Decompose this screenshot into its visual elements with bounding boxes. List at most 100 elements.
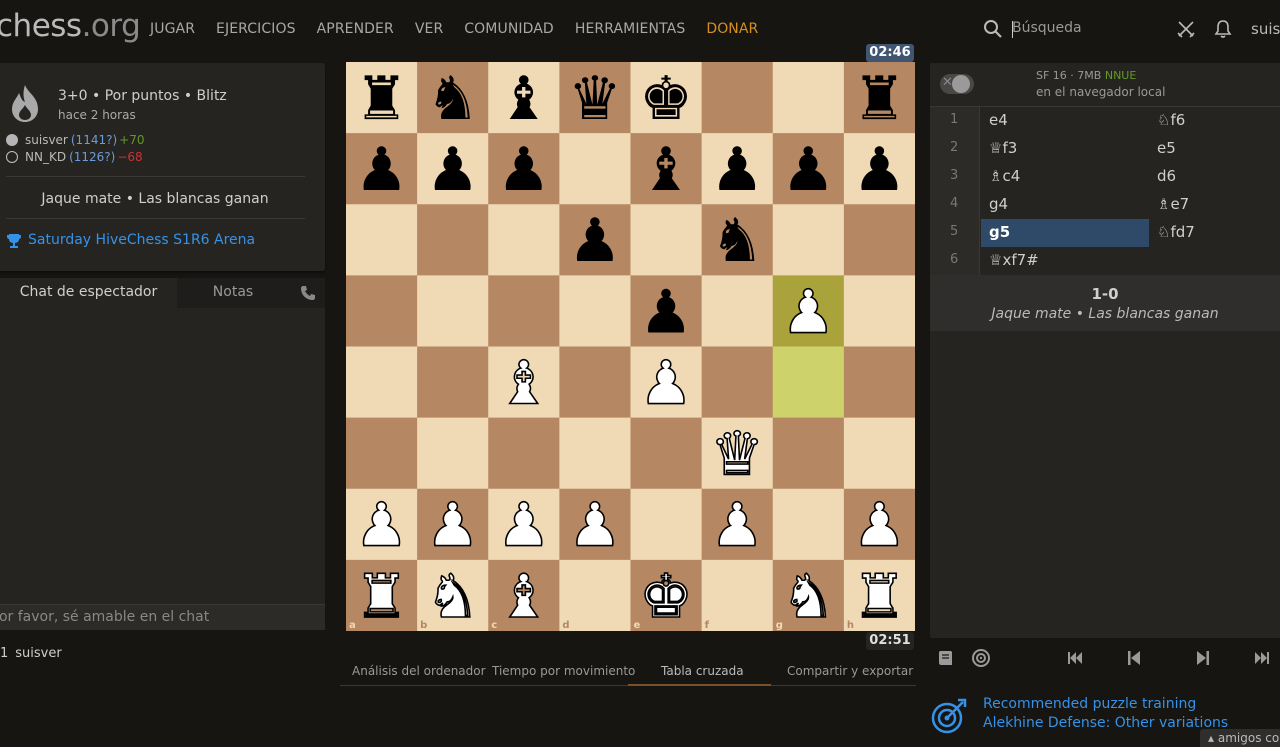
nav-community[interactable]: COMUNIDAD (464, 21, 554, 37)
square-a3[interactable] (346, 417, 418, 490)
move-black[interactable]: ♘f6 (1149, 107, 1280, 135)
player-white-name[interactable]: suisver (25, 133, 68, 147)
square-b3[interactable] (417, 417, 489, 490)
white-rook-icon[interactable]: ♜ (852, 561, 907, 631)
chessboard[interactable]: 8 7 6 5 4 3 2 1 a b c d e f g h ♜ ♞ ♝ ♛ ♚ ♜ ♟ ♟ ♟ ♝ ♟ ♟ ♟ ♟ ♞ ♟ ♟ ♝ ♟ ♛ ♟ ♟ ♟ ♟… (346, 62, 915, 631)
move-black[interactable]: d6 (1149, 163, 1280, 191)
square-b5[interactable] (417, 275, 489, 347)
first-move-icon[interactable] (1065, 648, 1085, 668)
square-e6[interactable] (630, 204, 703, 276)
square-g4[interactable] (772, 346, 845, 419)
chat-input[interactable]: Por favor, sé amable en el chat (0, 604, 325, 630)
nav-watch[interactable]: VER (415, 21, 443, 37)
move-black[interactable]: ♘fd7 (1149, 219, 1280, 247)
white-pawn-icon[interactable]: ♟ (709, 490, 764, 562)
bell-icon[interactable] (1213, 19, 1233, 39)
black-pawn-icon[interactable]: ♟ (781, 135, 835, 205)
white-rook-icon[interactable]: ♜ (354, 561, 409, 631)
last-move-icon[interactable] (1252, 648, 1272, 668)
white-pawn-icon[interactable]: ♟ (354, 490, 409, 562)
black-pawn-icon[interactable]: ♟ (853, 135, 907, 205)
user-menu[interactable]: suis (1251, 20, 1280, 38)
square-g2[interactable] (772, 488, 845, 561)
square-f5[interactable] (701, 275, 774, 347)
move-white[interactable]: g4 (981, 191, 1149, 219)
black-rook-icon[interactable]: ♜ (853, 64, 907, 134)
nav-learn[interactable]: APRENDER (317, 21, 394, 37)
square-d5[interactable] (559, 275, 631, 347)
black-pawn-icon[interactable]: ♟ (639, 277, 693, 347)
square-c3[interactable] (488, 417, 560, 490)
book-icon[interactable] (936, 648, 956, 668)
move-white[interactable]: e4 (981, 107, 1149, 135)
white-bishop-icon[interactable]: ♝ (496, 561, 551, 631)
square-g3[interactable] (772, 417, 845, 490)
move-black[interactable]: ♗e7 (1149, 191, 1280, 219)
black-king-icon[interactable]: ♚ (639, 64, 693, 134)
square-f4[interactable] (701, 346, 774, 419)
square-c6[interactable] (488, 204, 560, 276)
white-pawn-icon[interactable]: ♟ (567, 490, 622, 562)
friends-box[interactable]: ▴ amigos co (1200, 729, 1280, 747)
tab-computer-analysis[interactable]: Análisis del ordenador (352, 664, 486, 678)
move-white[interactable]: ♕f3 (981, 135, 1149, 163)
nav-play[interactable]: JUGAR (150, 21, 195, 37)
engine-toggle[interactable]: ✕ (940, 74, 974, 94)
target-icon[interactable] (971, 648, 991, 668)
square-a6[interactable] (346, 204, 418, 276)
square-e2[interactable] (630, 488, 703, 561)
square-d3[interactable] (559, 417, 631, 490)
square-g8[interactable] (772, 62, 845, 134)
tab-move-times[interactable]: Tiempo por movimiento (492, 664, 635, 678)
next-move-icon[interactable] (1193, 648, 1213, 668)
move-black[interactable]: e5 (1149, 135, 1280, 163)
black-knight-icon[interactable]: ♞ (426, 64, 480, 134)
white-knight-icon[interactable]: ♞ (425, 561, 480, 631)
square-a5[interactable] (346, 275, 418, 347)
square-c5[interactable] (488, 275, 560, 347)
player-white[interactable]: suisver (1141?) +70 (6, 133, 144, 147)
phone-icon[interactable] (300, 285, 316, 301)
player-black-name[interactable]: NN_KD (25, 150, 66, 164)
square-a4[interactable] (346, 346, 418, 419)
white-pawn-icon[interactable]: ♟ (496, 490, 551, 562)
white-pawn-icon[interactable]: ♟ (852, 490, 907, 562)
prev-move-icon[interactable] (1124, 648, 1144, 668)
black-pawn-icon[interactable]: ♟ (568, 206, 622, 276)
tab-spectator-chat[interactable]: Chat de espectador (0, 278, 177, 308)
black-bishop-icon[interactable]: ♝ (639, 135, 693, 205)
white-queen-icon[interactable]: ♛ (709, 419, 764, 491)
tournament-link[interactable]: Saturday HiveChess S1R6 Arena (28, 232, 255, 248)
search-icon[interactable] (983, 19, 1003, 39)
white-pawn-icon[interactable]: ♟ (638, 348, 693, 420)
nav-donate[interactable]: DONAR (706, 21, 758, 37)
white-king-icon[interactable]: ♚ (638, 561, 693, 631)
square-g6[interactable] (772, 204, 845, 276)
black-pawn-icon[interactable]: ♟ (355, 135, 409, 205)
move-white[interactable]: ♕xf7# (981, 247, 1149, 275)
black-pawn-icon[interactable]: ♟ (426, 135, 480, 205)
white-knight-icon[interactable]: ♞ (781, 561, 836, 631)
square-f1[interactable] (701, 559, 774, 631)
site-logo[interactable]: chess.org (0, 8, 141, 44)
tab-notes[interactable]: Notas (177, 278, 289, 308)
move-black[interactable] (1149, 247, 1280, 275)
white-pawn-icon[interactable]: ♟ (781, 276, 836, 348)
square-d4[interactable] (559, 346, 631, 419)
square-d7[interactable] (559, 133, 631, 205)
black-pawn-icon[interactable]: ♟ (497, 135, 551, 205)
white-pawn-icon[interactable]: ♟ (425, 490, 480, 562)
puzzle-opening-link[interactable]: Alekhine Defense: Other variations (983, 715, 1228, 731)
tab-crosstable[interactable]: Tabla cruzada (661, 664, 744, 678)
square-d1[interactable] (559, 559, 631, 631)
spectator-name[interactable]: suisver (15, 646, 61, 661)
swords-icon[interactable] (1176, 19, 1196, 39)
white-bishop-icon[interactable]: ♝ (496, 348, 551, 420)
black-knight-icon[interactable]: ♞ (710, 206, 764, 276)
square-f8[interactable] (701, 62, 774, 134)
search-input[interactable]: Búsqueda (1012, 20, 1082, 38)
player-black[interactable]: NN_KD (1126?) −68 (6, 150, 143, 164)
chessboard-svg[interactable]: 87654321a b c d e f g h♜ ♞ ♝ ♛ ♚ ♜♟ ♟ ♟ ♝ ♟ ♟ ♟♟ ♞♟ ♟♝ ♟♛♟ ♟ ♟ ♟… (346, 62, 915, 631)
nav-puzzles[interactable]: EJERCICIOS (216, 21, 296, 37)
move-white-current[interactable]: g5 (981, 219, 1149, 247)
